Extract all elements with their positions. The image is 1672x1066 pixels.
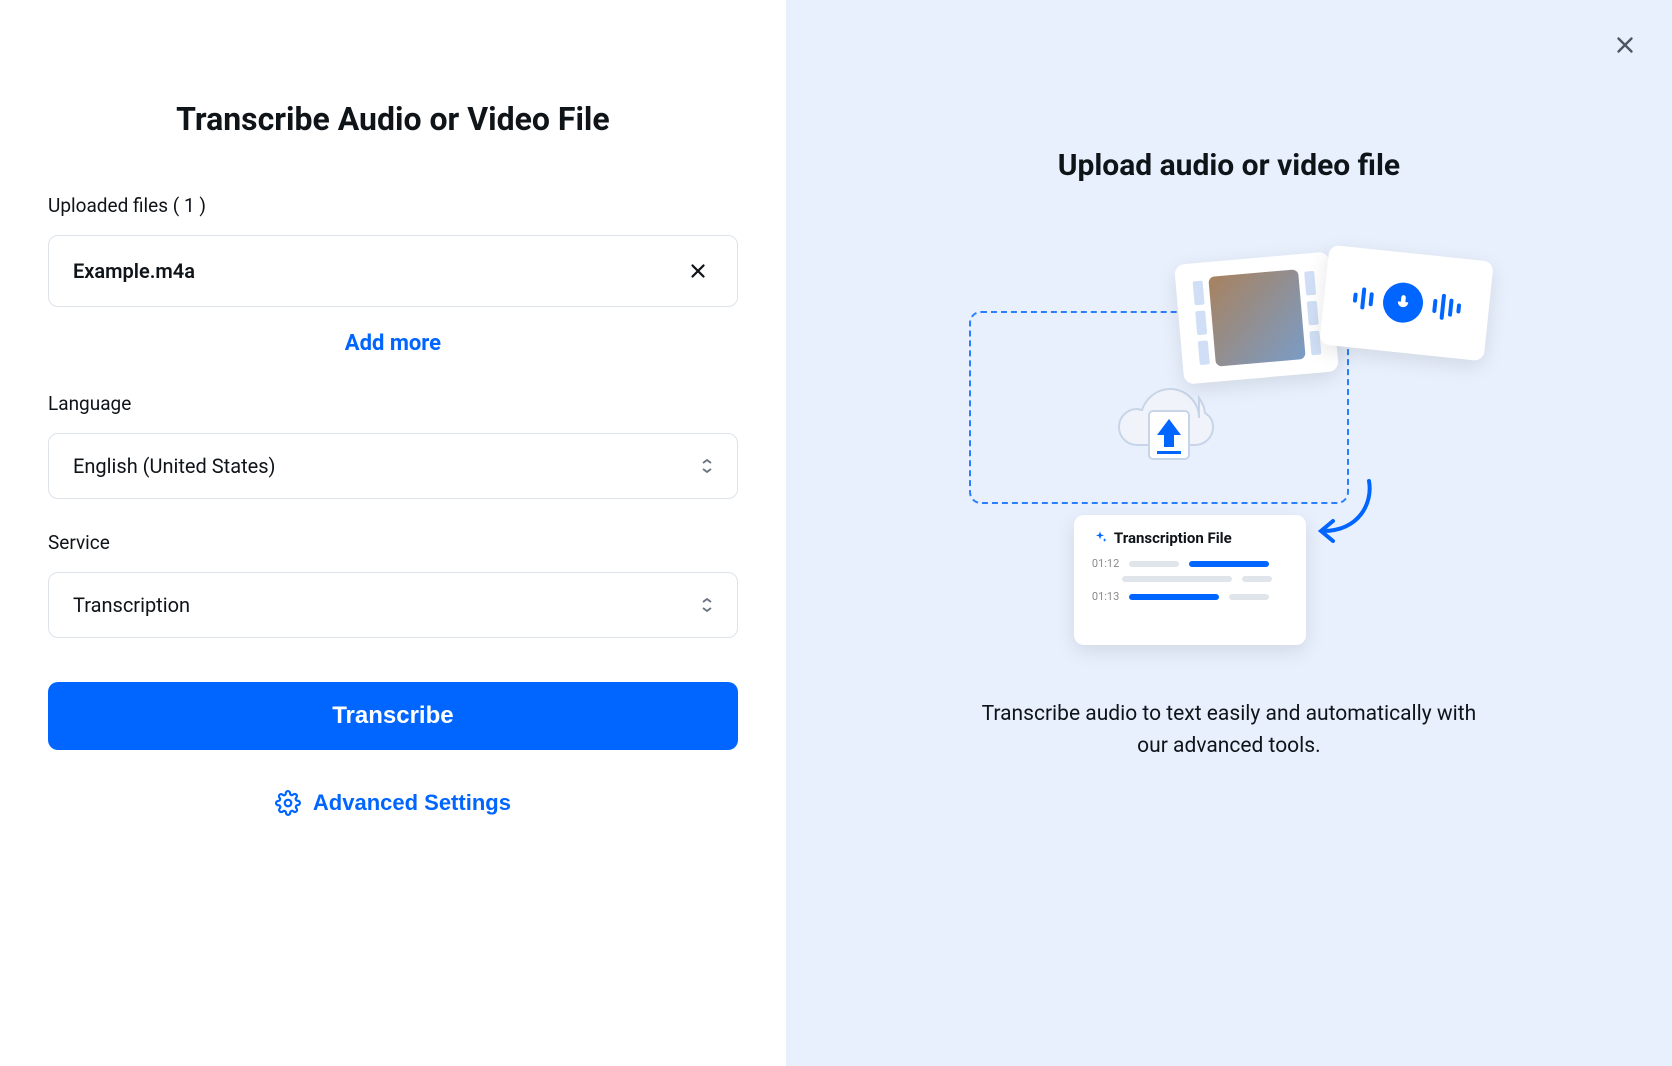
transcript-timestamp: 01:13 — [1092, 590, 1119, 603]
transcript-card-illustration: Transcription File 01:12 01:13 — [1074, 515, 1306, 645]
language-value: English (United States) — [73, 454, 276, 478]
service-label: Service — [48, 531, 738, 554]
illustration: Transcription File 01:12 01:13 — [969, 243, 1489, 663]
video-card-illustration — [1174, 251, 1339, 384]
info-title: Upload audio or video file — [1058, 148, 1400, 183]
chevron-updown-icon — [701, 597, 713, 613]
arrow-icon — [1309, 473, 1389, 553]
close-button[interactable] — [1608, 28, 1642, 65]
advanced-settings-button[interactable]: Advanced Settings — [48, 790, 738, 816]
sparkle-icon — [1092, 530, 1108, 546]
remove-file-button[interactable] — [683, 256, 713, 286]
close-icon — [1612, 32, 1638, 58]
info-description: Transcribe audio to text easily and auto… — [979, 699, 1479, 762]
form-panel: Transcribe Audio or Video File Uploaded … — [0, 0, 786, 1066]
audio-card-illustration — [1319, 245, 1494, 362]
close-icon — [687, 260, 709, 282]
add-more-link[interactable]: Add more — [48, 331, 738, 356]
uploaded-files-label: Uploaded files ( 1 ) — [48, 194, 738, 217]
service-value: Transcription — [73, 593, 190, 617]
language-select[interactable]: English (United States) — [48, 433, 738, 499]
page-title: Transcribe Audio or Video File — [48, 100, 738, 138]
transcript-card-title: Transcription File — [1114, 529, 1232, 547]
language-label: Language — [48, 392, 738, 415]
gear-icon — [275, 790, 301, 816]
advanced-settings-label: Advanced Settings — [313, 790, 511, 816]
mic-icon — [1380, 281, 1424, 325]
uploaded-file-item: Example.m4a — [48, 235, 738, 307]
file-name: Example.m4a — [73, 259, 195, 283]
transcript-timestamp: 01:12 — [1092, 557, 1119, 570]
transcribe-button[interactable]: Transcribe — [48, 682, 738, 750]
service-select[interactable]: Transcription — [48, 572, 738, 638]
info-panel: Upload audio or video file — [786, 0, 1672, 1066]
chevron-updown-icon — [701, 458, 713, 474]
